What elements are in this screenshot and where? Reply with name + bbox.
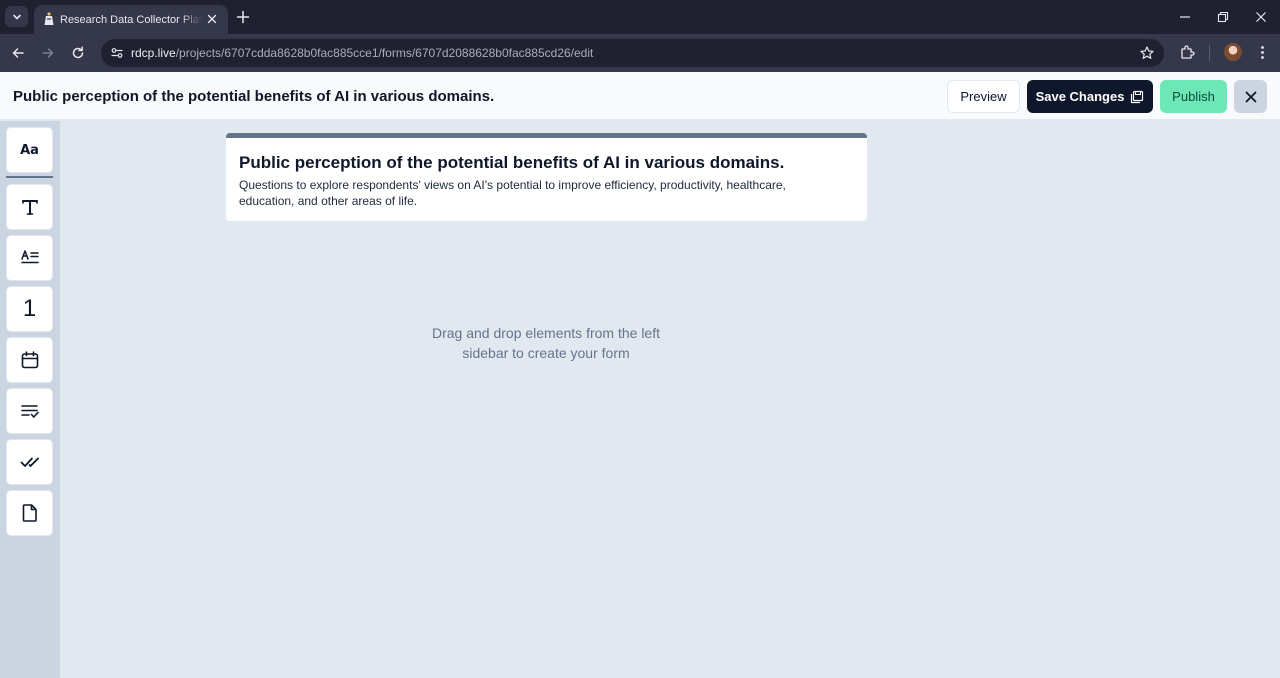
number-element[interactable]: 1 (6, 286, 53, 332)
minimize-icon[interactable] (1177, 9, 1193, 25)
browser-toolbar: rdcp.live/projects/6707cdda8628b0fac885c… (0, 34, 1280, 72)
url-text: rdcp.live/projects/6707cdda8628b0fac885c… (131, 45, 593, 61)
drop-zone-hint: Drag and drop elements from the left sid… (431, 325, 660, 361)
elements-sidebar: Aa 1 (0, 121, 60, 678)
restore-icon[interactable] (1215, 9, 1231, 25)
browser-tab-bar: Research Data Collector Platform (0, 0, 1280, 34)
checkbox-element[interactable] (6, 439, 53, 485)
title-element[interactable] (6, 184, 53, 230)
forward-icon[interactable] (40, 45, 56, 61)
preview-button[interactable]: Preview (947, 80, 1020, 113)
close-icon (1245, 91, 1256, 102)
form-name: Public perception of the potential benef… (13, 88, 495, 105)
text-style-icon: Aa (20, 142, 39, 158)
publish-button-label: Publish (1172, 89, 1215, 104)
form-canvas[interactable]: Public perception of the potential benef… (60, 121, 1280, 678)
reload-icon[interactable] (70, 45, 86, 61)
toolbar-divider (1209, 45, 1210, 61)
new-tab-icon[interactable] (235, 9, 251, 25)
file-icon (22, 504, 37, 522)
text-style-element[interactable]: Aa (6, 127, 53, 173)
close-tab-icon[interactable] (205, 12, 219, 26)
calendar-icon (21, 351, 38, 369)
url-path: /projects/6707cdda8628b0fac885cce1/forms… (175, 46, 594, 60)
save-icon (1131, 90, 1144, 103)
form-header-card[interactable]: Public perception of the potential benef… (226, 133, 867, 221)
form-builder-header: Public perception of the potential benef… (0, 72, 1280, 120)
form-description: Questions to explore respondents' views … (239, 178, 786, 208)
tab-search-button[interactable] (5, 6, 28, 27)
publish-button[interactable]: Publish (1160, 80, 1227, 113)
url-host: rdcp.live (131, 46, 176, 60)
more-menu-icon[interactable] (1254, 44, 1271, 61)
site-settings-icon[interactable] (110, 46, 124, 60)
date-element[interactable] (6, 337, 53, 383)
close-editor-button[interactable] (1234, 80, 1267, 113)
paragraph-element[interactable] (6, 235, 53, 281)
extensions-icon[interactable] (1179, 44, 1196, 61)
address-bar[interactable]: rdcp.live/projects/6707cdda8628b0fac885c… (101, 39, 1164, 67)
preview-button-label: Preview (960, 89, 1007, 104)
bookmark-star-icon[interactable] (1139, 45, 1155, 61)
back-icon[interactable] (10, 45, 26, 61)
tab-title: Research Data Collector Platform (60, 14, 202, 26)
form-title: Public perception of the potential benef… (239, 153, 785, 172)
chevron-down-icon (12, 14, 21, 19)
select-element[interactable] (6, 388, 53, 434)
browser-tab[interactable]: Research Data Collector Platform (34, 5, 228, 34)
number-icon: 1 (22, 295, 37, 322)
select-list-icon (20, 405, 39, 418)
favicon-icon (44, 12, 54, 25)
checkbox-icon (20, 457, 39, 467)
sidebar-divider (6, 176, 53, 178)
paragraph-icon (20, 250, 39, 264)
save-changes-button[interactable]: Save Changes (1027, 80, 1153, 113)
profile-avatar[interactable] (1224, 43, 1242, 61)
title-icon (21, 200, 38, 215)
save-button-label: Save Changes (1035, 89, 1125, 104)
file-element[interactable] (6, 490, 53, 536)
close-window-icon[interactable] (1253, 9, 1269, 25)
